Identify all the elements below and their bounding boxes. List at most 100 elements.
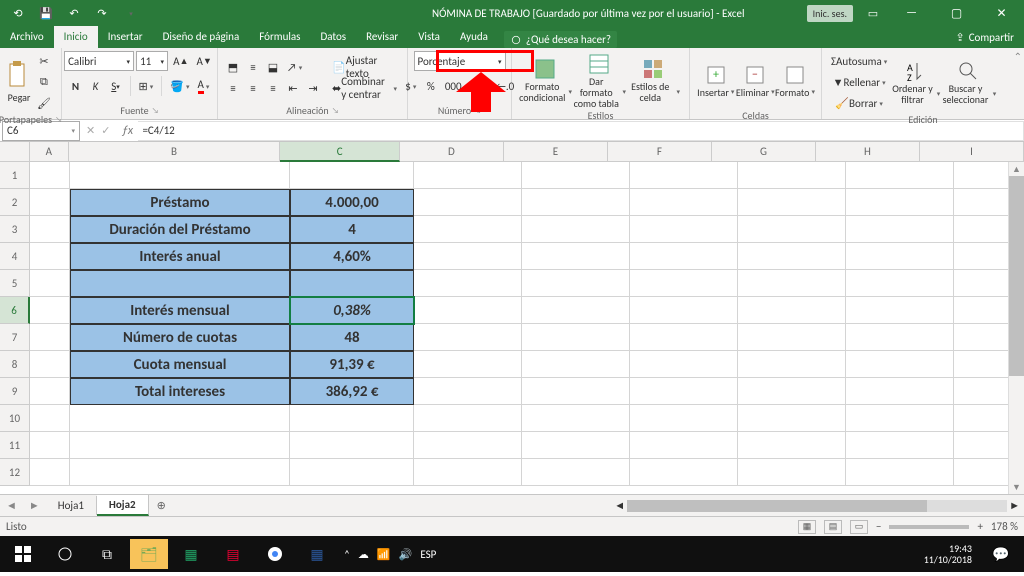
cell-D9[interactable] xyxy=(414,378,522,405)
tray-up-icon[interactable]: ˄ xyxy=(344,548,350,561)
cell-H3[interactable] xyxy=(846,216,954,243)
clear-button[interactable]: 🧹 Borrar xyxy=(828,93,890,113)
cell-E8[interactable] xyxy=(522,351,630,378)
tab-home[interactable]: Inicio xyxy=(54,26,98,48)
lang-indicator[interactable]: ESP xyxy=(420,548,436,561)
row-header-9[interactable]: 9 xyxy=(0,378,30,405)
copy-button[interactable]: ⧉ xyxy=(34,72,54,92)
cell-G10[interactable] xyxy=(738,405,846,432)
cell-F2[interactable] xyxy=(630,189,738,216)
view-pagebreak-button[interactable]: ▭ xyxy=(850,520,868,534)
cell-H4[interactable] xyxy=(846,243,954,270)
cell-F9[interactable] xyxy=(630,378,738,405)
cell-H11[interactable] xyxy=(846,432,954,459)
notifications-button[interactable]: 💬 xyxy=(982,539,1020,569)
cell-H7[interactable] xyxy=(846,324,954,351)
align-bottom-button[interactable]: ⬓ xyxy=(264,57,282,77)
zoom-slider[interactable] xyxy=(889,525,969,529)
wrap-text-button[interactable]: 📄 Ajustar texto xyxy=(328,57,401,77)
cell-B3[interactable]: Duración del Préstamo xyxy=(70,216,290,243)
format-as-table-button[interactable]: Dar formato como tabla xyxy=(572,51,626,109)
cell-C10[interactable] xyxy=(290,405,414,432)
fill-color-button[interactable]: 🪣 xyxy=(167,76,192,96)
cell-D12[interactable] xyxy=(414,459,522,486)
row-header-5[interactable]: 5 xyxy=(0,270,30,297)
paste-button[interactable]: Pegar xyxy=(8,91,31,104)
system-tray[interactable]: ˄ ☁ 📶 🔊 ESP xyxy=(340,548,440,561)
font-name-dropdown[interactable]: Calibri▾ xyxy=(64,51,134,71)
cell-A10[interactable] xyxy=(30,405,70,432)
grid[interactable]: Préstamo4.000,00Duración del Préstamo4In… xyxy=(30,162,1024,486)
cell-G5[interactable] xyxy=(738,270,846,297)
cell-B8[interactable]: Cuota mensual xyxy=(70,351,290,378)
cell-D1[interactable] xyxy=(414,162,522,189)
horizontal-scrollbar[interactable] xyxy=(627,500,1007,512)
col-header-D[interactable]: D xyxy=(400,142,504,162)
row-header-2[interactable]: 2 xyxy=(0,189,30,216)
thousands-button[interactable]: 000 xyxy=(442,76,465,96)
cell-styles-button[interactable]: Estilos de celda xyxy=(626,51,680,109)
tab-data[interactable]: Datos xyxy=(310,26,356,48)
select-all-corner[interactable] xyxy=(0,142,30,162)
view-layout-button[interactable]: ▤ xyxy=(824,520,842,534)
row-header-8[interactable]: 8 xyxy=(0,351,30,378)
scroll-up-icon[interactable]: ▲ xyxy=(1009,162,1024,176)
cell-F7[interactable] xyxy=(630,324,738,351)
ribbon-display-icon[interactable]: ▭ xyxy=(861,0,885,26)
redo-icon[interactable]: ↷ xyxy=(90,0,114,26)
cell-G11[interactable] xyxy=(738,432,846,459)
row-header-3[interactable]: 3 xyxy=(0,216,30,243)
cell-B6[interactable]: Interés mensual xyxy=(70,297,290,324)
cell-A2[interactable] xyxy=(30,189,70,216)
orientation-button[interactable]: ↗ xyxy=(284,57,305,77)
tab-view[interactable]: Vista xyxy=(408,26,450,48)
col-header-E[interactable]: E xyxy=(504,142,608,162)
indent-dec-button[interactable]: ⇤ xyxy=(284,78,302,98)
cell-C9[interactable]: 386,92 € xyxy=(290,378,414,405)
cell-B11[interactable] xyxy=(70,432,290,459)
cell-H10[interactable] xyxy=(846,405,954,432)
bold-button[interactable]: N xyxy=(67,76,85,96)
cell-F5[interactable] xyxy=(630,270,738,297)
cell-F10[interactable] xyxy=(630,405,738,432)
cell-G12[interactable] xyxy=(738,459,846,486)
cell-F1[interactable] xyxy=(630,162,738,189)
align-middle-button[interactable]: ≡ xyxy=(244,57,262,77)
cell-H12[interactable] xyxy=(846,459,954,486)
hscroll-left-icon[interactable]: ◄ xyxy=(614,499,625,512)
font-dlg-icon[interactable]: ↘ xyxy=(152,106,159,116)
cell-D3[interactable] xyxy=(414,216,522,243)
cell-H2[interactable] xyxy=(846,189,954,216)
vertical-scrollbar[interactable]: ▲ ▼ xyxy=(1008,162,1024,494)
cell-B9[interactable]: Total intereses xyxy=(70,378,290,405)
excel-taskbar-icon[interactable]: ▦ xyxy=(172,539,210,569)
align-center-button[interactable]: ≡ xyxy=(244,78,262,98)
fill-button[interactable]: ▼ Rellenar xyxy=(828,72,890,92)
cell-H5[interactable] xyxy=(846,270,954,297)
taskview-button[interactable]: ⧉ xyxy=(88,539,126,569)
conditional-formatting-button[interactable]: Formato condicional xyxy=(518,51,572,109)
col-header-C[interactable]: C xyxy=(280,142,399,162)
border-button[interactable]: ⊞ xyxy=(136,76,157,96)
cell-E4[interactable] xyxy=(522,243,630,270)
cell-E11[interactable] xyxy=(522,432,630,459)
increase-font-button[interactable]: A▲ xyxy=(170,51,191,71)
new-sheet-button[interactable]: ⊕ xyxy=(149,499,174,512)
merge-center-button[interactable]: ⬌ Combinar y centrar xyxy=(328,78,401,98)
autosum-button[interactable]: Σ Autosuma xyxy=(828,51,890,71)
cell-F11[interactable] xyxy=(630,432,738,459)
cell-E6[interactable] xyxy=(522,297,630,324)
font-color-button[interactable]: A xyxy=(194,76,212,96)
cell-B10[interactable] xyxy=(70,405,290,432)
indent-inc-button[interactable]: ⇥ xyxy=(304,78,322,98)
row-header-6[interactable]: 6 xyxy=(0,297,30,324)
align-left-button[interactable]: ≡ xyxy=(224,78,242,98)
cell-H1[interactable] xyxy=(846,162,954,189)
cell-B1[interactable] xyxy=(70,162,290,189)
enter-formula-icon[interactable]: ✓ xyxy=(101,124,110,137)
cell-A8[interactable] xyxy=(30,351,70,378)
row-header-10[interactable]: 10 xyxy=(0,405,30,432)
cell-F6[interactable] xyxy=(630,297,738,324)
cell-E12[interactable] xyxy=(522,459,630,486)
onedrive-icon[interactable]: ☁ xyxy=(358,548,369,561)
